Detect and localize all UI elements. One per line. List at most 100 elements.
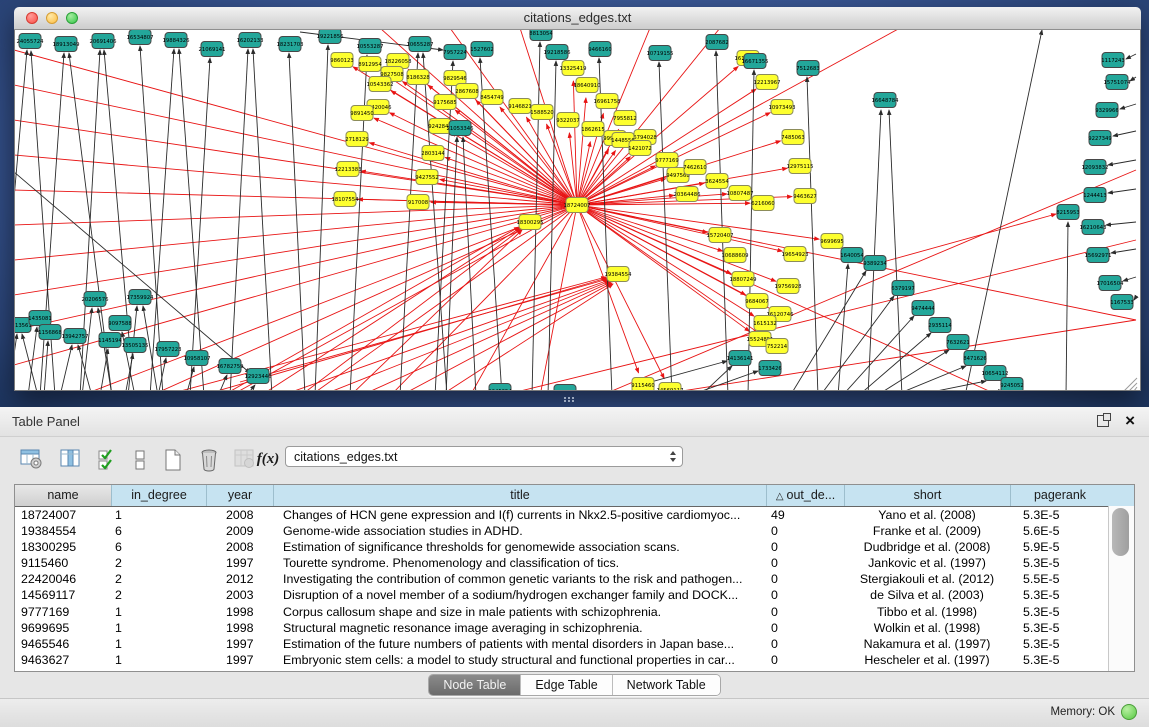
graph-edge[interactable] (15, 50, 577, 205)
graph-node[interactable]: 20364486 (674, 187, 702, 202)
graph-edge[interactable] (1113, 131, 1136, 136)
graph-node[interactable]: 9860123 (330, 53, 354, 68)
graph-node[interactable]: 19384554 (605, 267, 633, 282)
graph-edge[interactable] (451, 132, 577, 205)
graph-node[interactable]: 1421072 (628, 141, 652, 156)
graph-node[interactable]: 17957223 (155, 342, 182, 357)
graph-node[interactable]: 12093832 (1082, 160, 1109, 175)
graph-node[interactable]: 752214 (766, 339, 788, 354)
graph-node[interactable]: 1588520 (530, 105, 554, 120)
graph-edge[interactable] (1120, 104, 1136, 109)
graph-node[interactable]: 13505135 (122, 338, 149, 353)
graph-node[interactable]: 9463627 (793, 189, 817, 204)
graph-node[interactable]: 10958107 (184, 351, 211, 366)
graph-node[interactable]: 15692971 (1085, 248, 1112, 263)
graph-node[interactable]: 7485063 (781, 130, 805, 145)
table-row[interactable]: 977716911998Corpus callosum shape and si… (15, 604, 1134, 620)
graph-node[interactable]: 9474444 (911, 301, 935, 316)
column-header-pr[interactable]: pagerank (1010, 485, 1109, 506)
graph-node[interactable]: 19218586 (544, 45, 572, 60)
column-header-short[interactable]: short (844, 485, 1010, 506)
graph-node[interactable]: 16782759 (217, 359, 244, 374)
graph-node[interactable]: 6379197 (891, 281, 915, 296)
graph-edge[interactable] (1108, 189, 1136, 193)
graph-node[interactable]: 9632104 (553, 385, 577, 391)
graph-edge[interactable] (104, 50, 130, 350)
graph-node[interactable]: 1527602 (470, 42, 494, 57)
graph-node[interactable]: 9175685 (433, 95, 457, 110)
table-row[interactable]: 1456911722003Disruption of a novel membe… (15, 587, 1134, 603)
graph-node[interactable]: 8186328 (406, 70, 430, 85)
zoom-window-button[interactable] (66, 12, 78, 24)
graph-node[interactable]: 17016504 (1097, 276, 1125, 291)
graph-node[interactable]: 16534807 (127, 30, 154, 45)
graph-node[interactable]: 1733426 (758, 361, 782, 376)
graph-node[interactable]: 2935114 (928, 318, 952, 333)
graph-edge[interactable] (1123, 277, 1136, 281)
graph-node[interactable]: 19756928 (775, 279, 803, 294)
table-select-dropdown[interactable]: citations_edges.txt (285, 446, 683, 467)
graph-node[interactable]: 8454749 (480, 90, 504, 105)
graph-node[interactable]: 18640910 (574, 78, 602, 93)
graph-node[interactable]: 8912954 (358, 57, 382, 72)
graph-node[interactable]: 9891450 (350, 106, 374, 121)
graph-node[interactable]: 10543362 (367, 77, 394, 92)
graph-edge[interactable] (44, 341, 48, 390)
graph-node[interactable]: 18807249 (730, 272, 757, 287)
close-window-button[interactable] (26, 12, 38, 24)
graph-node[interactable]: 9245654 (488, 384, 512, 391)
table-row[interactable]: 946362711997Embryonic stem cells: a mode… (15, 652, 1134, 668)
network-canvas[interactable]: 1872400798601238912954182260589827508105… (14, 30, 1141, 391)
select-all-icon[interactable] (94, 446, 124, 474)
graph-edge[interactable] (1126, 54, 1136, 59)
graph-edge[interactable] (230, 49, 248, 390)
graph-node[interactable]: 15751074 (1104, 75, 1132, 90)
graph-node[interactable]: 1244413 (1083, 188, 1107, 203)
graph-edge[interactable] (1134, 297, 1136, 300)
graph-node[interactable]: 18724007 (564, 198, 591, 213)
graph-edge[interactable] (807, 77, 818, 390)
graph-node[interactable]: 12923446 (245, 369, 273, 384)
graph-node[interactable]: 9146821 (508, 99, 532, 114)
graph-edge[interactable] (1106, 222, 1136, 225)
graph-node[interactable]: 19654923 (782, 247, 809, 262)
table-row[interactable]: 1872400712008Changes of HCN gene express… (15, 507, 1134, 523)
graph-node[interactable]: 2867608 (455, 84, 479, 99)
graph-edge[interactable] (381, 71, 577, 205)
graph-edge[interactable] (889, 110, 902, 390)
column-header-deg[interactable]: in_degree (111, 485, 206, 506)
graph-edge[interactable] (300, 229, 521, 390)
graph-node[interactable]: 15720407 (707, 228, 734, 243)
graph-node[interactable]: 9427552 (415, 170, 439, 185)
graph-node[interactable]: 21053346 (447, 121, 475, 136)
graph-edge[interactable] (577, 205, 731, 274)
graph-node[interactable]: 7462610 (683, 160, 707, 175)
graph-node[interactable]: 16961758 (594, 94, 622, 109)
graph-node[interactable]: 16202133 (237, 33, 264, 48)
table-row[interactable]: 1938455462009Genome-wide association stu… (15, 523, 1134, 539)
graph-edge[interactable] (1111, 249, 1136, 253)
graph-node[interactable]: 10655287 (407, 37, 434, 52)
graph-edge[interactable] (650, 320, 1136, 390)
graph-edge[interactable] (320, 281, 610, 390)
table-row[interactable]: 946554611997Estimation of the future num… (15, 636, 1134, 652)
column-header-name[interactable]: name (15, 485, 111, 506)
graph-node[interactable]: 1156868 (38, 325, 62, 340)
graph-node[interactable]: 16648784 (872, 93, 900, 108)
graph-node[interactable]: 7955812 (613, 111, 637, 126)
graph-node[interactable]: 8813054 (529, 30, 553, 41)
graph-edge[interactable] (253, 49, 272, 390)
graph-edge[interactable] (440, 284, 613, 390)
table-mode-icon[interactable] (16, 446, 46, 474)
graph-node[interactable]: 7632621 (946, 335, 970, 350)
graph-edge[interactable] (868, 110, 881, 390)
graph-edge[interactable] (883, 214, 1056, 262)
split-pane-grip[interactable] (563, 396, 577, 404)
graph-node[interactable]: 1167533 (1110, 295, 1134, 310)
graph-edge[interactable] (912, 381, 986, 390)
graph-node[interactable]: 14136141 (727, 351, 754, 366)
graph-node[interactable]: 12975115 (787, 159, 814, 174)
graph-node[interactable]: 1145194 (98, 333, 122, 348)
graph-node[interactable]: 21069141 (199, 42, 226, 57)
scrollbar-thumb[interactable] (1112, 508, 1129, 556)
